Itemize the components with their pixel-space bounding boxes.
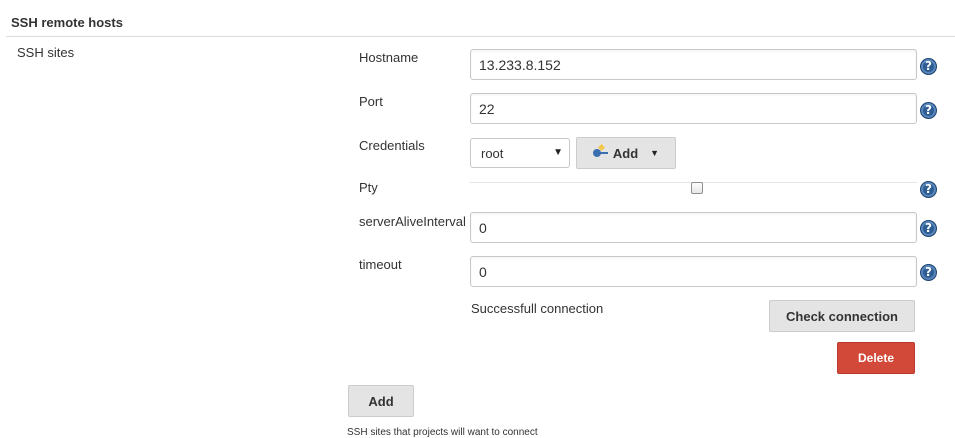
help-icon[interactable]: ? bbox=[920, 181, 937, 198]
ssh-sites-label: SSH sites bbox=[17, 45, 75, 60]
credentials-label: Credentials bbox=[359, 138, 425, 153]
key-icon bbox=[592, 143, 609, 158]
chevron-down-icon: ▼ bbox=[553, 147, 563, 158]
connection-status-text: Successfull connection bbox=[471, 301, 604, 316]
caret-down-icon: ▼ bbox=[650, 148, 660, 158]
port-label: Port bbox=[359, 94, 383, 109]
check-connection-button[interactable]: Check connection bbox=[769, 300, 915, 332]
help-icon[interactable]: ? bbox=[920, 264, 937, 281]
ssh-sites-help-text: SSH sites that projects will want to con… bbox=[347, 427, 538, 438]
add-credentials-label: Add bbox=[612, 145, 639, 161]
add-ssh-site-button[interactable]: Add bbox=[348, 385, 414, 417]
pty-label: Pty bbox=[359, 180, 378, 195]
server-alive-interval-input[interactable] bbox=[470, 212, 917, 243]
timeout-input[interactable] bbox=[470, 256, 917, 287]
section-divider bbox=[6, 36, 955, 37]
port-input[interactable] bbox=[470, 93, 917, 124]
delete-button[interactable]: Delete bbox=[837, 342, 915, 374]
credentials-selected-value: root bbox=[481, 146, 504, 161]
help-icon[interactable]: ? bbox=[920, 58, 937, 75]
pty-checkbox[interactable] bbox=[691, 182, 703, 194]
help-icon[interactable]: ? bbox=[920, 220, 937, 237]
credentials-select[interactable]: root ▼ bbox=[470, 138, 570, 168]
server-alive-interval-label: serverAliveInterval bbox=[359, 214, 466, 229]
help-icon[interactable]: ? bbox=[920, 102, 937, 119]
add-credentials-button[interactable]: Add ▼ bbox=[576, 137, 676, 169]
hostname-input[interactable] bbox=[470, 49, 917, 80]
hostname-label: Hostname bbox=[359, 50, 419, 65]
timeout-label: timeout bbox=[359, 257, 402, 272]
section-title: SSH remote hosts bbox=[11, 15, 123, 30]
